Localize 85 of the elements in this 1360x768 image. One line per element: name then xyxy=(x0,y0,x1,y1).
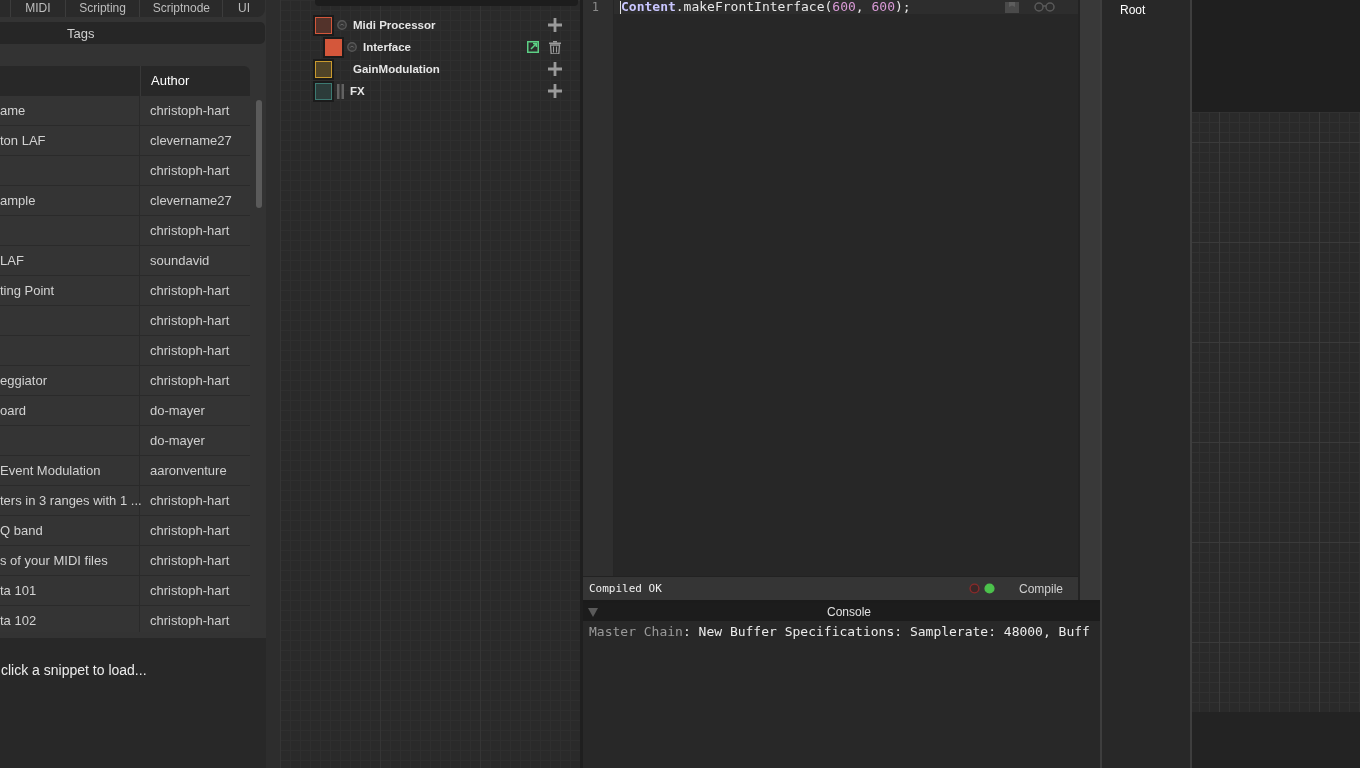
table-cell-text: do-mayer xyxy=(149,402,205,420)
add-icon[interactable] xyxy=(548,84,562,98)
color-swatch[interactable] xyxy=(315,82,332,100)
power-icon[interactable] xyxy=(347,42,357,52)
table-cell-text: christoph-hart xyxy=(149,372,230,390)
line-number: 1 xyxy=(591,0,600,14)
console-title: Console xyxy=(826,605,872,619)
color-swatch[interactable] xyxy=(315,16,332,34)
external-link-icon[interactable] xyxy=(527,41,539,53)
table-row[interactable]: Q band christoph-hart xyxy=(0,516,250,546)
table-row[interactable]: christoph-hart xyxy=(0,306,250,336)
table-cell: Q band xyxy=(0,516,140,545)
module-label[interactable]: FX xyxy=(350,85,365,97)
table-cell: oard xyxy=(0,396,140,425)
column-header[interactable]: Author xyxy=(141,66,190,96)
table-row[interactable]: christoph-hart xyxy=(0,336,250,366)
collapse-triangle-icon[interactable] xyxy=(588,607,598,617)
table-cell: ta 101 xyxy=(0,576,140,605)
category-tab[interactable]: Scriptnode xyxy=(140,0,224,17)
table-row[interactable]: oard do-mayer xyxy=(0,396,250,426)
power-icon[interactable] xyxy=(337,20,347,30)
table-row[interactable]: s of your MIDI files christoph-hart xyxy=(0,546,250,576)
table-cell-text: christoph-hart xyxy=(149,102,230,120)
table-cell-text: soundavid xyxy=(149,252,210,270)
table-cell: ame xyxy=(0,96,140,125)
table-row[interactable]: LAF soundavid xyxy=(0,246,250,276)
color-swatch[interactable] xyxy=(325,38,342,56)
table-cell: ta 102 xyxy=(0,606,140,632)
tags-button[interactable]: Tags xyxy=(0,22,265,44)
table-row[interactable]: ame christoph-hart xyxy=(0,96,250,126)
compile-button[interactable]: Compile xyxy=(1005,581,1077,596)
table-cell-text: christoph-hart xyxy=(149,522,230,540)
table-cell-text: clevername27 xyxy=(149,192,232,210)
table-cell: LAF xyxy=(0,246,140,275)
table-cell-text: christoph-hart xyxy=(149,222,230,240)
table-row[interactable]: Event Modulation aaronventure xyxy=(0,456,250,486)
drag-handle-icon[interactable] xyxy=(337,83,344,99)
table-cell-text: christoph-hart xyxy=(149,492,230,510)
scrollbar[interactable] xyxy=(256,100,262,208)
add-icon[interactable] xyxy=(548,18,562,32)
code-line: Content.makeFrontInterface(600, 600); xyxy=(621,0,911,14)
table-cell: ample xyxy=(0,186,140,215)
table-cell-text: do-mayer xyxy=(149,432,205,450)
binoculars-icon[interactable] xyxy=(1034,2,1055,12)
table-row[interactable]: ample clevername27 xyxy=(0,186,250,216)
table-cell-text: christoph-hart xyxy=(149,312,230,330)
module-label[interactable]: Midi Processor xyxy=(353,19,436,31)
table-row[interactable]: eggiator christoph-hart xyxy=(0,366,250,396)
table-cell: eggiator xyxy=(0,366,140,395)
module-label[interactable]: GainModulation xyxy=(353,63,440,75)
table-row[interactable]: christoph-hart xyxy=(0,216,250,246)
table-row[interactable]: ta 101 christoph-hart xyxy=(0,576,250,606)
table-cell-text: christoph-hart xyxy=(149,162,230,180)
hint-text: click a snippet to load... xyxy=(0,662,147,678)
color-swatch[interactable] xyxy=(315,60,332,78)
table-row[interactable]: do-mayer xyxy=(0,426,250,456)
table-cell: Event Modulation xyxy=(0,456,140,485)
category-tab[interactable]: UI xyxy=(223,0,265,17)
table-cell-text: christoph-hart xyxy=(149,582,230,600)
table-cell: ters in 3 ranges with 1 ... xyxy=(0,486,140,515)
code-editor[interactable]: Content.makeFrontInterface(600, 600); xyxy=(614,0,1078,576)
text-cursor xyxy=(620,0,621,14)
table-cell-text: christoph-hart xyxy=(149,612,230,630)
table-cell-text: clevername27 xyxy=(149,132,232,150)
module-label[interactable]: Interface xyxy=(363,41,411,53)
table-cell: ting Point xyxy=(0,276,140,305)
table-cell-text: christoph-hart xyxy=(149,552,230,570)
table-cell-text: christoph-hart xyxy=(149,282,230,300)
table-cell-text: aaronventure xyxy=(149,462,227,480)
category-tab[interactable]: Scripting xyxy=(65,0,141,17)
search-field[interactable] xyxy=(315,0,578,6)
console-line: Master Chain: New Buffer Specifications: Samplerate: 48000, Buff xyxy=(589,624,1091,640)
document-icon[interactable] xyxy=(1005,1,1019,13)
add-icon[interactable] xyxy=(548,62,562,76)
table-cell: ton LAF xyxy=(0,126,140,155)
compile-status: Compiled OK xyxy=(589,582,662,595)
table-row[interactable]: ting Point christoph-hart xyxy=(0,276,250,306)
table-cell-text: christoph-hart xyxy=(149,342,230,360)
tree-node-label[interactable]: Root xyxy=(1120,3,1146,17)
category-tab[interactable]: MIDI xyxy=(10,0,66,17)
table-row[interactable]: christoph-hart xyxy=(0,156,250,186)
table-row[interactable]: ton LAF clevername27 xyxy=(0,126,250,156)
table-cell: s of your MIDI files xyxy=(0,546,140,575)
trash-icon[interactable] xyxy=(549,40,561,54)
table-row[interactable]: ters in 3 ranges with 1 ... christoph-hart xyxy=(0,486,250,516)
